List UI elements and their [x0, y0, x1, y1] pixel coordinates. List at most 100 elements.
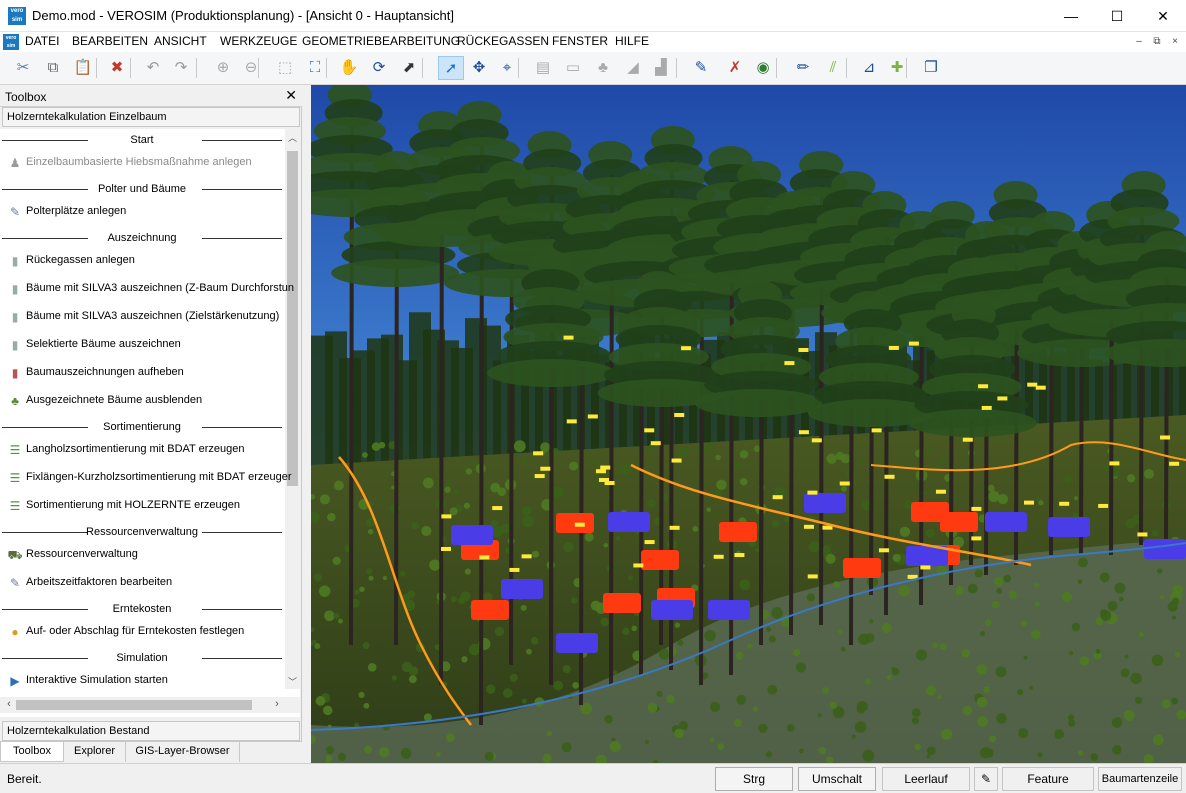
zoom-in-icon[interactable]: ⊕: [210, 56, 236, 80]
undo-icon[interactable]: ↶: [140, 56, 166, 80]
horizontal-scrollbar[interactable]: ‹ ›: [0, 697, 300, 713]
toolbox-item[interactable]: ☰ Langholzsortimentierung mit BDAT erzeug…: [0, 439, 284, 461]
toolbox-item[interactable]: ▮ Selektierte Bäume auszeichnen: [0, 334, 284, 356]
toolbox-item[interactable]: ♣ Ausgezeichnete Bäume ausblenden: [0, 390, 284, 412]
redo-icon[interactable]: ↷: [168, 56, 194, 80]
unmark-icon: ▮: [11, 366, 19, 380]
tab-explorer[interactable]: Explorer: [64, 742, 126, 762]
group-bestand[interactable]: Holzerntekalkulation Bestand: [2, 721, 300, 741]
feature-indicator[interactable]: Feature: [1002, 767, 1094, 791]
umschalt-indicator[interactable]: Umschalt: [798, 767, 876, 791]
forest-scene[interactable]: [311, 85, 1186, 763]
copy-icon[interactable]: ⧉: [40, 56, 66, 80]
grid-1-icon[interactable]: ▤: [530, 56, 556, 80]
feature-icon[interactable]: ✎: [974, 767, 998, 791]
scroll-up-button[interactable]: ︿: [285, 131, 300, 145]
scroll-down-button[interactable]: ﹀: [285, 675, 300, 689]
toolbox-title: Toolbox: [5, 90, 47, 104]
section-header: Ressourcenverwaltung: [0, 523, 284, 541]
menu-geometriebearbeitung[interactable]: GEOMETRIEBEARBEITUNG: [302, 34, 460, 48]
menu-ansicht[interactable]: ANSICHT: [154, 34, 207, 48]
toolbar-separator: [130, 58, 131, 78]
group-einzelbaum[interactable]: Holzerntekalkulation Einzelbaum: [2, 107, 300, 127]
section-header: Erntekosten: [0, 600, 284, 618]
zoom-out-icon[interactable]: ⊖: [238, 56, 264, 80]
edit-path-icon[interactable]: ✎: [688, 56, 714, 80]
person-tree-icon: ♟: [9, 156, 21, 170]
toolbox-item[interactable]: ✎ Polterplätze anlegen: [0, 201, 284, 223]
zoom-box-icon[interactable]: ⬚: [272, 56, 298, 80]
tab-gis-layer-browser[interactable]: GIS-Layer-Browser: [126, 742, 240, 762]
strg-indicator[interactable]: Strg: [715, 767, 793, 791]
lines-icon[interactable]: ⫽: [820, 56, 846, 80]
toolbox-item[interactable]: ▮ Bäume mit SILVA3 auszeichnen (Z-Baum Du…: [0, 278, 294, 300]
maximize-button[interactable]: ☐: [1094, 0, 1140, 32]
rotate-icon[interactable]: ⟳: [366, 56, 392, 80]
move-point-icon[interactable]: ✥: [466, 56, 492, 80]
toolbox-tabs: Toolbox Explorer GIS-Layer-Browser: [0, 741, 302, 763]
pan-hand-icon[interactable]: ✋: [336, 56, 362, 80]
north-icon[interactable]: ⬈: [396, 56, 422, 80]
menu-hilfe[interactable]: HILFE: [615, 34, 649, 48]
toolbox-item[interactable]: ⛟ Ressourcenverwaltung: [0, 544, 284, 566]
edit-table-icon: ✎: [9, 576, 21, 590]
group-einzelbaum-label: Holzerntekalkulation Einzelbaum: [7, 111, 167, 123]
toolbox-item[interactable]: ▮ Baumauszeichnungen aufheben: [0, 362, 284, 384]
marker-spray-icon: ▮: [11, 310, 19, 324]
zoom-fit-icon[interactable]: ⛶: [302, 56, 328, 80]
menu-datei[interactable]: DATEI: [25, 34, 59, 48]
sort-list-icon: ☰: [9, 443, 21, 457]
cut-icon[interactable]: ✂: [10, 56, 36, 80]
grid-2-icon[interactable]: ▭: [560, 56, 586, 80]
app-logo: vero sim: [8, 7, 26, 25]
hscroll-thumb[interactable]: [16, 700, 252, 710]
scroll-left-button[interactable]: ‹: [2, 698, 16, 710]
minimize-button[interactable]: —: [1048, 0, 1094, 32]
add-shape-icon[interactable]: ✚: [884, 56, 910, 80]
scroll-thumb[interactable]: [287, 151, 298, 486]
mdi-restore-button[interactable]: ⧉: [1149, 35, 1165, 49]
doc-logo: vero sim: [3, 34, 19, 50]
measure-icon[interactable]: ⊿: [856, 56, 882, 80]
tree-tool-icon[interactable]: ♣: [590, 56, 616, 80]
globe-icon[interactable]: ◉: [750, 56, 776, 80]
layers-icon[interactable]: ❐: [918, 56, 944, 80]
toolbox-item[interactable]: ▮ Rückegassen anlegen: [0, 250, 284, 272]
paste-icon[interactable]: 📋: [70, 56, 96, 80]
baumartenzeile-indicator[interactable]: Baumartenzeile: [1098, 767, 1182, 791]
menu-werkzeuge[interactable]: WERKZEUGE: [220, 34, 297, 48]
toolbox-item-label: Rückegassen anlegen: [26, 254, 135, 266]
scroll-right-button[interactable]: ›: [270, 698, 284, 710]
toolbox-item[interactable]: ☰ Fixlängen-Kurzholzsortimentierung mit B…: [0, 467, 292, 489]
mdi-close-button[interactable]: ×: [1167, 35, 1183, 49]
toolbox-item[interactable]: ● Auf- oder Abschlag für Erntekosten fest…: [0, 621, 284, 643]
pen-icon[interactable]: ✏: [790, 56, 816, 80]
mdi-minimize-button[interactable]: –: [1131, 35, 1147, 49]
toolbox-close-button[interactable]: ✕: [285, 87, 297, 104]
toolbox-item[interactable]: ☰ Sortimentierung mit HOLZERNTE erzeugen: [0, 495, 284, 517]
toolbox-item[interactable]: ▮ Bäume mit SILVA3 auszeichnen (Zielstärk…: [0, 306, 284, 328]
section-header: Sortimentierung: [0, 418, 284, 436]
window-title: Demo.mod - VEROSIM (Produktionsplanung) …: [32, 8, 454, 23]
vertical-scrollbar[interactable]: ︿ ﹀: [285, 129, 300, 689]
axes-icon[interactable]: ⌖: [494, 56, 520, 80]
toolbar-separator: [422, 58, 423, 78]
slope-icon[interactable]: ◢: [620, 56, 646, 80]
menu-bearbeiten[interactable]: BEARBEITEN: [72, 34, 148, 48]
select-icon[interactable]: ➚: [438, 56, 464, 80]
3d-viewport[interactable]: [311, 85, 1186, 763]
menu-fenster[interactable]: FENSTER: [552, 34, 608, 48]
status-bar: Bereit. Strg Umschalt Leerlauf ✎ Feature…: [0, 763, 1186, 793]
close-button[interactable]: ✕: [1140, 0, 1186, 32]
section-label: Erntekosten: [112, 603, 172, 615]
toolbox-item[interactable]: ▶ Interaktive Simulation starten: [0, 670, 284, 692]
terrain-icon[interactable]: ▟: [648, 56, 674, 80]
remove-mark-icon[interactable]: ✗: [722, 56, 748, 80]
section-label: Sortimentierung: [103, 421, 181, 433]
delete-icon[interactable]: ✖: [104, 56, 130, 80]
tab-toolbox[interactable]: Toolbox: [0, 742, 64, 762]
section-header: Polter und Bäume: [0, 180, 284, 198]
toolbox-item-label: Auf- oder Abschlag für Erntekosten festl…: [26, 625, 245, 637]
toolbox-item[interactable]: ✎ Arbeitszeitfaktoren bearbeiten: [0, 572, 284, 594]
menu-rueckegassen[interactable]: RÜCKEGASSEN: [457, 34, 549, 48]
